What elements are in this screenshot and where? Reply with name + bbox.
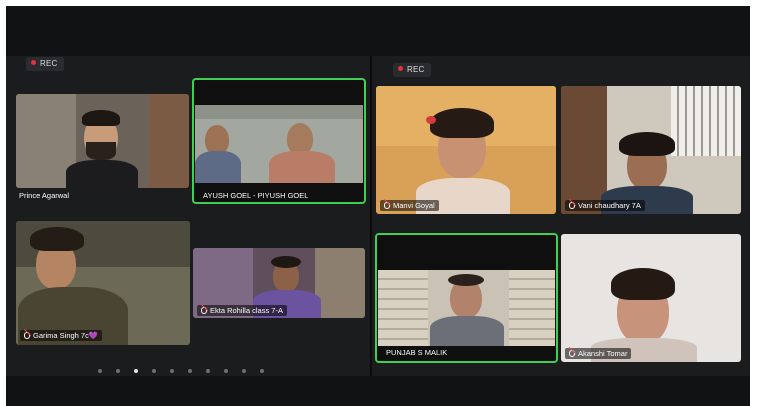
mic-off-icon — [201, 307, 207, 314]
rec-dot-icon — [398, 66, 403, 71]
participant-name-tag: Garima Singh 7c💜 — [20, 330, 103, 341]
mic-off-icon — [569, 202, 575, 209]
rec-indicator-left: REC — [26, 57, 64, 71]
page-dot-current[interactable] — [134, 369, 138, 373]
page-dot[interactable] — [152, 369, 156, 373]
mic-off-icon — [24, 332, 30, 339]
video-tile-prince-agarwal[interactable] — [16, 94, 189, 188]
participant-name: PUNJAB S MALIK — [386, 348, 448, 357]
page-dot[interactable] — [116, 369, 120, 373]
participant-name: Prince Agarwal — [19, 191, 70, 200]
participant-name-tag: Manvi Goyal — [380, 200, 439, 211]
video-tile-ayush-piyush-goel[interactable]: AYUSH GOEL - PIYUSH GOEL — [192, 78, 366, 204]
mic-off-icon — [569, 350, 575, 357]
video-tile-vani-chaudhary[interactable]: Vani chaudhary 7A — [561, 86, 741, 214]
page-dot[interactable] — [170, 369, 174, 373]
page-dot[interactable] — [206, 369, 210, 373]
page-dot[interactable] — [224, 369, 228, 373]
video-tile-ekta-rohilla[interactable]: Ekta Rohilla class 7-A — [193, 248, 365, 318]
rec-dot-icon — [31, 60, 36, 65]
gallery-pager — [98, 369, 264, 373]
video-tile-garima-singh[interactable]: Garima Singh 7c💜 — [16, 221, 190, 345]
rec-indicator-right: REC — [393, 63, 431, 77]
participant-name-tag: Vani chaudhary 7A — [565, 200, 645, 211]
page-dot[interactable] — [260, 369, 264, 373]
screen: REC REC Prince Agarwal AYUSH GOEL - PIYU… — [0, 0, 760, 406]
participant-name: AYUSH GOEL - PIYUSH GOEL — [203, 191, 309, 200]
video-tile-punjab-s-malik[interactable]: PUNJAB S MALIK — [375, 233, 558, 363]
video-tile-manvi-goyal[interactable]: Manvi Goyal — [376, 86, 556, 214]
participant-name-tag: Akanshi Tomar — [565, 348, 632, 359]
page-dot[interactable] — [188, 369, 192, 373]
page-dot[interactable] — [98, 369, 102, 373]
video-tile-akanshi-tomar[interactable]: Akanshi Tomar — [561, 234, 741, 362]
participant-name-tag: Ekta Rohilla class 7-A — [197, 305, 287, 316]
mic-off-icon — [384, 202, 390, 209]
page-dot[interactable] — [242, 369, 246, 373]
